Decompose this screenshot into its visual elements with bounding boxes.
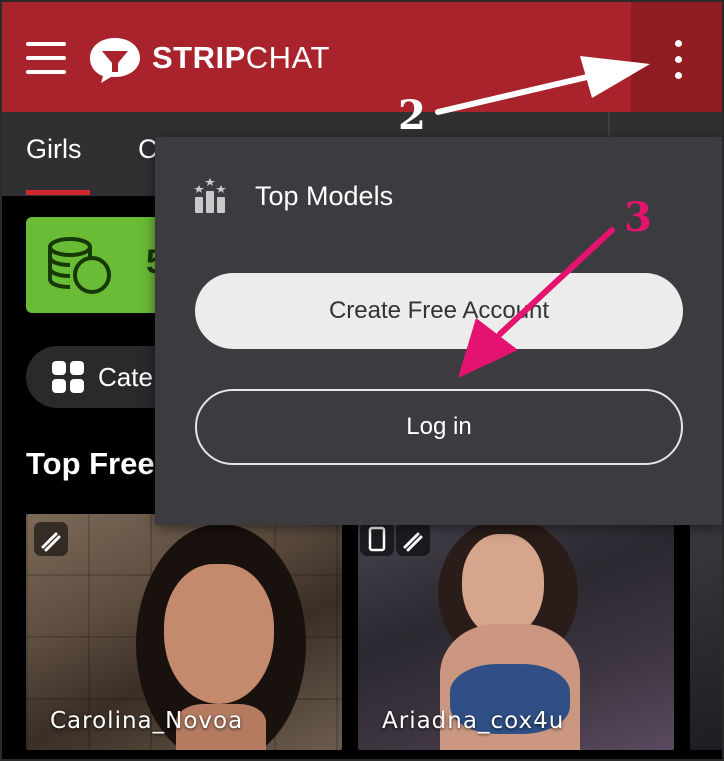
section-title: Top Free bbox=[26, 446, 155, 481]
model-card[interactable] bbox=[690, 514, 722, 750]
menu-item-top-models[interactable]: Top Models bbox=[191, 175, 591, 219]
top-header: STRIPCHAT bbox=[2, 2, 722, 112]
mobile-icon bbox=[360, 522, 394, 556]
verified-badge-icon bbox=[34, 522, 68, 556]
top-models-label: Top Models bbox=[255, 181, 394, 211]
create-account-button[interactable]: Create Free Account bbox=[195, 273, 683, 349]
model-name: Ariadna_cox4u bbox=[382, 708, 565, 734]
model-card[interactable]: Carolina_Novoa bbox=[26, 514, 342, 750]
model-name: Carolina_Novoa bbox=[50, 708, 244, 734]
login-label: Log in bbox=[406, 413, 472, 440]
categories-label: Cate bbox=[98, 362, 153, 392]
logo-wordmark[interactable]: STRIPCHAT bbox=[152, 40, 330, 76]
kebab-dot bbox=[675, 40, 682, 47]
kebab-dot bbox=[675, 72, 682, 79]
model-card[interactable]: Ariadna_cox4u bbox=[358, 514, 674, 750]
coins-icon bbox=[48, 237, 111, 294]
verified-badge-icon bbox=[396, 522, 430, 556]
active-tab-indicator bbox=[26, 190, 90, 195]
logo-icon[interactable] bbox=[88, 36, 142, 84]
logo-light-text: CHAT bbox=[245, 40, 330, 75]
logo-bold-text: STRIP bbox=[152, 40, 246, 75]
kebab-dot bbox=[675, 56, 682, 63]
annotation-number-3: 3 bbox=[624, 194, 652, 241]
more-options-button[interactable] bbox=[631, 2, 722, 112]
annotation-number-2: 2 bbox=[398, 92, 426, 139]
tab-girls[interactable]: Girls bbox=[26, 134, 82, 165]
create-account-label: Create Free Account bbox=[328, 297, 550, 324]
top-models-icon bbox=[194, 178, 226, 213]
login-button[interactable]: Log in bbox=[195, 389, 683, 465]
app-frame: STRIPCHAT Girls C 5 bbox=[2, 2, 722, 759]
menu-icon[interactable] bbox=[26, 42, 66, 74]
grid-icon bbox=[52, 361, 84, 393]
